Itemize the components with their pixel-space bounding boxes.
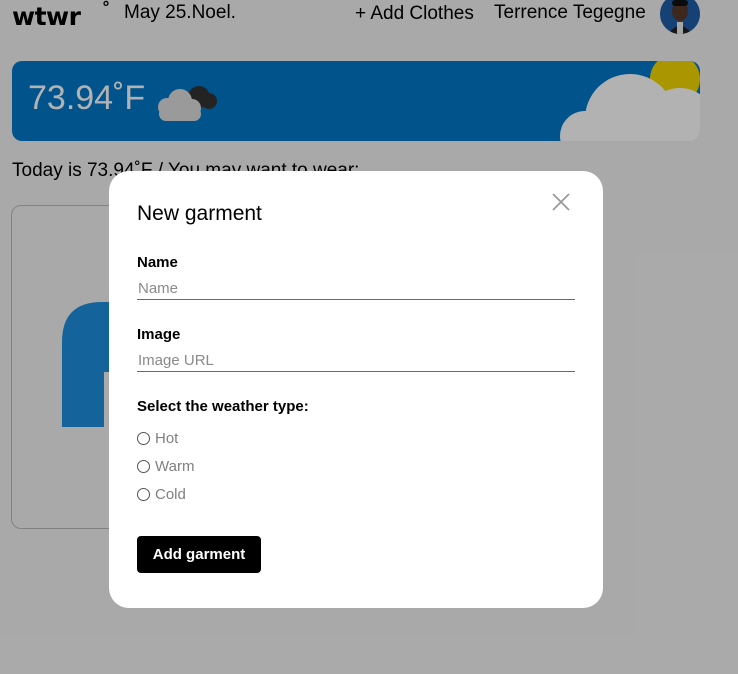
- close-icon: [552, 193, 570, 211]
- radio-label-cold: Cold: [155, 485, 186, 503]
- modal-title: New garment: [137, 202, 262, 225]
- name-input[interactable]: [137, 278, 575, 300]
- weather-type-label: Select the weather type:: [137, 398, 309, 415]
- radio-label-warm: Warm: [155, 457, 195, 475]
- radio-hot[interactable]: Hot: [137, 429, 178, 447]
- close-button[interactable]: [549, 190, 573, 214]
- radio-button[interactable]: [137, 487, 150, 501]
- image-url-input[interactable]: [137, 350, 575, 372]
- name-label: Name: [137, 254, 178, 271]
- new-garment-modal: New garment Name Image Select the weathe…: [109, 171, 603, 608]
- radio-label-hot: Hot: [155, 429, 179, 447]
- radio-button[interactable]: [137, 431, 150, 445]
- add-garment-button[interactable]: Add garment: [137, 536, 261, 573]
- radio-warm[interactable]: Warm: [137, 457, 194, 475]
- image-label: Image: [137, 326, 181, 343]
- radio-button[interactable]: [137, 459, 150, 473]
- radio-cold[interactable]: Cold: [137, 485, 186, 503]
